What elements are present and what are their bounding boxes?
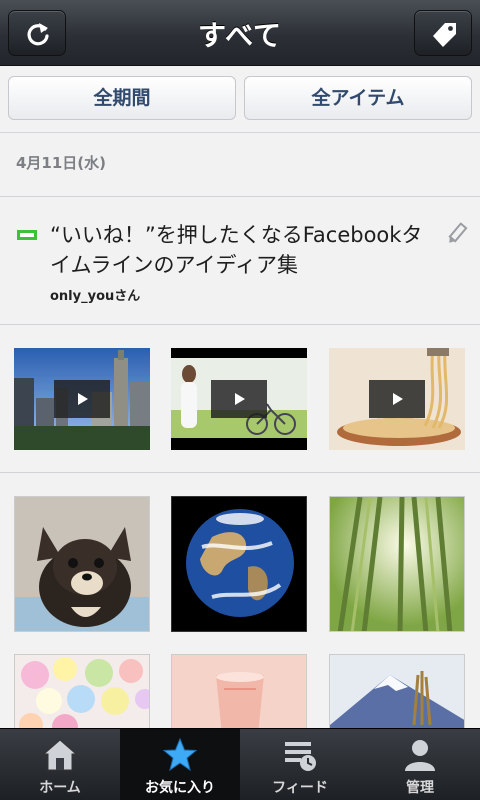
video-thumbnail[interactable] [171, 348, 307, 450]
tab-label: フィード [272, 780, 328, 796]
tab-feed[interactable]: フィード [240, 729, 360, 800]
divider [0, 132, 480, 133]
tab-favorites[interactable]: お気に入り [120, 729, 240, 800]
divider [0, 324, 480, 325]
item-filter-button[interactable]: 全アイテム [244, 76, 472, 120]
pencil-icon[interactable] [444, 222, 468, 246]
tab-label: 管理 [406, 780, 434, 796]
date-heading: 4月11日(水) [16, 154, 107, 172]
feed-icon [285, 742, 316, 771]
tab-home[interactable]: ホーム [0, 729, 120, 800]
tag-button[interactable] [414, 10, 472, 56]
image-thumbnail[interactable] [171, 496, 307, 632]
tab-label: お気に入り [145, 780, 215, 796]
post-title[interactable]: “いいね！”を押したくなるFacebookタイムラインのアイディア集 [50, 220, 430, 280]
period-filter-button[interactable]: 全期間 [8, 76, 236, 120]
post-author[interactable]: only_youさん [50, 285, 140, 304]
bamboo-forest-image [330, 497, 464, 631]
play-icon [54, 380, 110, 418]
tab-manage[interactable]: 管理 [360, 729, 480, 800]
tab-label: ホーム [39, 780, 81, 796]
refresh-button[interactable] [8, 10, 66, 56]
video-thumbnail[interactable] [14, 348, 150, 450]
refresh-icon [27, 23, 49, 46]
header-bar: すべて [0, 0, 480, 66]
divider [0, 472, 480, 473]
home-icon [42, 739, 78, 771]
page-title: すべて [198, 19, 282, 52]
image-thumbnail[interactable] [329, 496, 465, 632]
tag-icon [433, 23, 456, 47]
person-icon [405, 740, 435, 771]
image-thumbnail[interactable] [14, 496, 150, 632]
play-icon [369, 380, 425, 418]
category-marker [17, 230, 37, 240]
tab-bar: ホーム お気に入り フィード 管理 [0, 728, 480, 800]
play-icon [211, 380, 267, 418]
video-thumbnail[interactable] [329, 348, 465, 450]
earth-image [172, 497, 306, 631]
chihuahua-image [15, 497, 149, 631]
divider [0, 196, 480, 197]
star-icon [162, 737, 198, 772]
